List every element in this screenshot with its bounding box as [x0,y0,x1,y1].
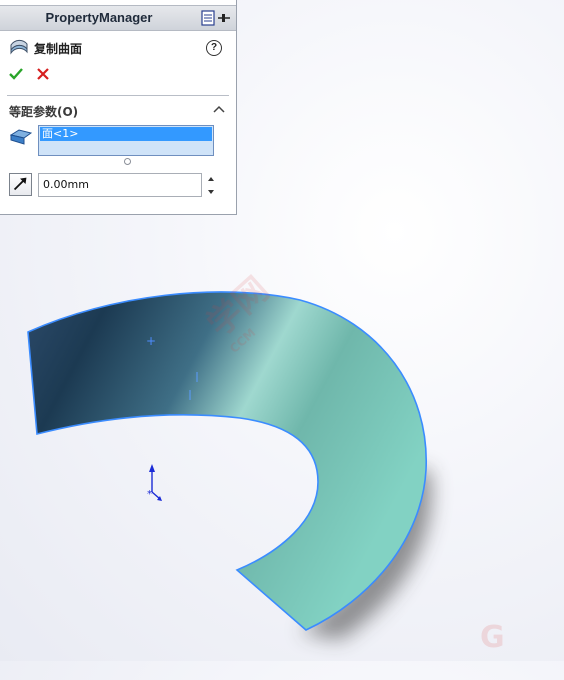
property-manager-panel: PropertyManager 复制曲面 ? 等距参数(O) 面<1> 0.00… [0,0,237,215]
feature-title: 复制曲面 [34,42,83,56]
origin-marker-icon: + [146,334,156,348]
offset-distance-input[interactable]: 0.00mm [38,173,202,197]
svg-text:*: * [147,489,152,500]
offset-surface-icon [10,39,28,55]
corner-watermark: G [480,620,505,655]
pin-icon[interactable] [200,9,232,27]
property-manager-header: PropertyManager [0,5,236,31]
spin-up-icon[interactable] [205,174,217,185]
reverse-direction-icon [13,177,27,191]
section-title-offset-parameters[interactable]: 等距参数(O) [9,103,78,120]
coordinate-triad-icon: * [147,464,162,501]
chevron-up-icon[interactable] [213,104,225,114]
face-selection-list[interactable]: 面<1> [38,125,214,156]
checkmark-icon[interactable] [8,66,24,82]
help-icon[interactable]: ? [206,40,222,56]
panel-title: PropertyManager [45,10,153,25]
offset-surface-face[interactable] [27,291,427,631]
divider [7,95,229,96]
list-resize-handle[interactable] [124,158,131,165]
spin-down-icon[interactable] [205,186,217,197]
face-selection-icon [10,129,32,145]
list-item[interactable]: 面<1> [40,127,212,141]
close-icon[interactable] [35,66,51,82]
reverse-direction-button[interactable] [9,173,32,196]
